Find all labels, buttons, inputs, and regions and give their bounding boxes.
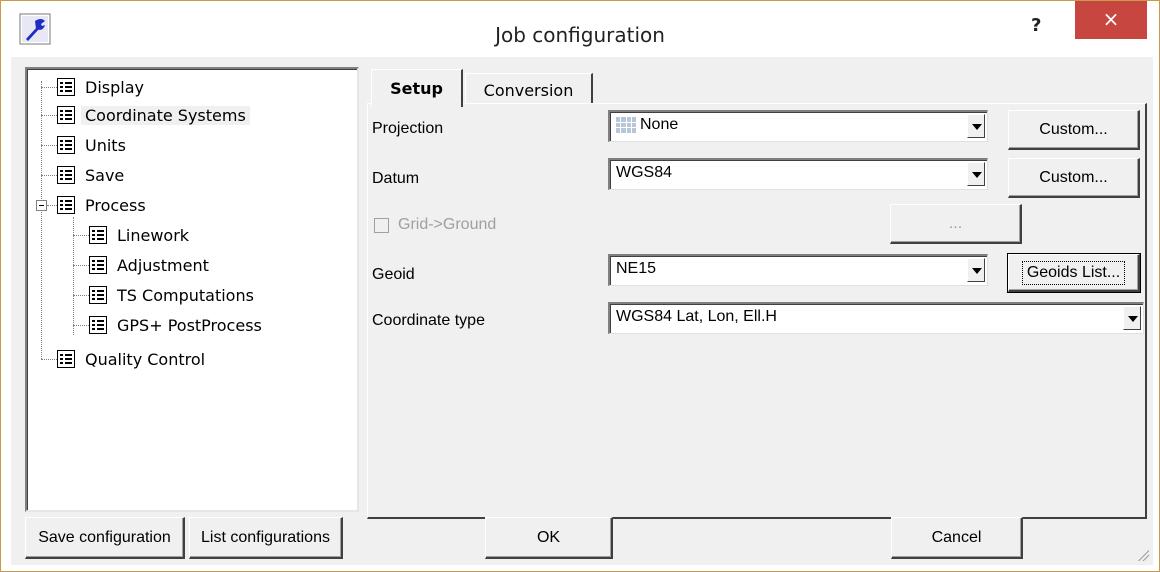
chevron-down-icon[interactable] <box>967 162 985 186</box>
tree-item-display[interactable]: Display <box>57 73 148 101</box>
projection-custom-button[interactable]: Custom... <box>1008 110 1140 150</box>
tree-item-label: Quality Control <box>85 349 206 369</box>
geoid-select[interactable]: NE15 <box>608 254 988 286</box>
tree-item-coordinate-systems[interactable]: Coordinate Systems <box>57 101 250 129</box>
tree-item-quality-control[interactable]: Quality Control <box>57 345 209 373</box>
projection-value: None <box>640 116 679 133</box>
grid-ground-options-button[interactable]: ... <box>890 204 1022 244</box>
tree-item-label: GPS+ PostProcess <box>117 315 262 335</box>
tree-item-label: TS Computations <box>117 285 254 305</box>
grid-ground-checkbox[interactable] <box>374 218 389 233</box>
list-icon <box>57 136 75 154</box>
datum-select[interactable]: WGS84 <box>608 158 988 190</box>
tree-item-gps-postprocess[interactable]: GPS+ PostProcess <box>89 311 266 339</box>
list-icon <box>89 256 107 274</box>
grid-ground-label: Grid->Ground <box>398 216 497 233</box>
setup-tab-panel: Projection None Custom... Datum WGS84 Cu… <box>367 103 1147 519</box>
projection-grid-icon <box>616 117 636 133</box>
ok-button[interactable]: OK <box>485 517 613 559</box>
chevron-down-icon[interactable] <box>1123 306 1141 330</box>
help-button[interactable]: ? <box>1031 15 1041 36</box>
save-configuration-button[interactable]: Save configuration <box>25 517 185 559</box>
close-button[interactable]: × <box>1075 1 1147 39</box>
datum-label: Datum <box>372 170 420 187</box>
tree-item-linework[interactable]: Linework <box>89 221 193 249</box>
tree-item-save[interactable]: Save <box>57 161 128 189</box>
list-icon <box>57 78 75 96</box>
chevron-down-icon[interactable] <box>967 258 985 282</box>
tree-item-adjustment[interactable]: Adjustment <box>89 251 213 279</box>
list-icon <box>89 226 107 244</box>
config-tree: Display Coordinate Systems Units Save Pr… <box>25 67 359 512</box>
list-icon <box>57 196 75 214</box>
tab-conversion[interactable]: Conversion <box>465 73 593 107</box>
list-icon <box>57 350 75 368</box>
resize-grip-icon[interactable] <box>1135 547 1149 561</box>
coordinate-type-value: WGS84 Lat, Lon, Ell.H <box>616 308 777 325</box>
job-configuration-window: Job configuration ? × Display Coordinate… <box>0 0 1160 572</box>
projection-label: Projection <box>372 120 444 137</box>
geoids-list-button[interactable]: Geoids List... <box>1007 253 1141 293</box>
datum-custom-button[interactable]: Custom... <box>1008 158 1140 198</box>
tree-item-label: Display <box>85 77 144 97</box>
tree-item-label: Coordinate Systems <box>81 105 250 125</box>
coordinate-type-select[interactable]: WGS84 Lat, Lon, Ell.H <box>608 302 1144 334</box>
tab-setup[interactable]: Setup <box>371 69 463 107</box>
list-configurations-button[interactable]: List configurations <box>189 517 343 559</box>
datum-value: WGS84 <box>616 164 673 181</box>
tree-item-label: Adjustment <box>117 255 209 275</box>
list-icon <box>57 106 75 124</box>
chevron-down-icon[interactable] <box>967 114 985 138</box>
tree-item-label: Units <box>85 135 126 155</box>
list-icon <box>89 286 107 304</box>
list-icon <box>57 166 75 184</box>
dialog-client-area: Display Coordinate Systems Units Save Pr… <box>11 57 1153 565</box>
geoids-list-label: Geoids List... <box>1021 260 1126 285</box>
title-bar: Job configuration ? × <box>1 1 1159 57</box>
window-title: Job configuration <box>495 23 665 47</box>
geoid-label: Geoid <box>372 266 415 283</box>
tree-item-process[interactable]: Process <box>57 191 150 219</box>
tree-item-label: Linework <box>117 225 190 245</box>
tree-item-units[interactable]: Units <box>57 131 130 159</box>
cancel-button[interactable]: Cancel <box>891 517 1023 559</box>
list-icon <box>89 316 107 334</box>
projection-select[interactable]: None <box>608 110 988 142</box>
tree-item-label: Save <box>85 165 125 185</box>
geoid-value: NE15 <box>616 260 657 277</box>
process-collapse-toggle[interactable] <box>36 200 47 211</box>
coordinate-type-label: Coordinate type <box>372 312 485 329</box>
tree-item-label: Process <box>85 195 146 215</box>
tree-item-ts-computations[interactable]: TS Computations <box>89 281 258 309</box>
